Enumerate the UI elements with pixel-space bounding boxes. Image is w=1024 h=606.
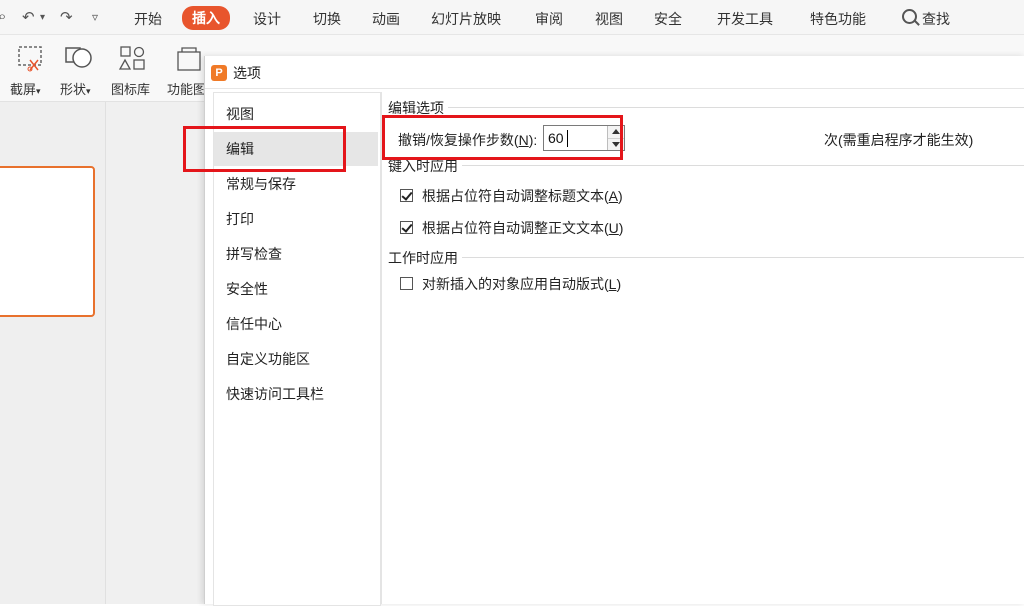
checkbox-auto-layout[interactable] bbox=[400, 277, 413, 290]
dialog-title: 选项 bbox=[233, 65, 261, 81]
tab-view[interactable]: 视图 bbox=[595, 9, 623, 29]
nav-item-view[interactable]: 视图 bbox=[214, 97, 378, 131]
menu-bar: ⌕ ↶ ▾ ↷ ▿ 开始 插入 设计 切换 动画 幻灯片放映 审阅 视图 安全 … bbox=[0, 0, 1024, 35]
tab-security[interactable]: 安全 bbox=[654, 9, 682, 29]
tab-design[interactable]: 设计 bbox=[253, 9, 281, 29]
nav-item-security[interactable]: 安全性 bbox=[214, 272, 378, 306]
tab-slideshow[interactable]: 幻灯片放映 bbox=[431, 9, 501, 29]
checkbox-auto-layout-label[interactable]: 对新插入的对象应用自动版式(L) bbox=[422, 274, 621, 294]
options-content: 编辑选项 撤销/恢复操作步数(N): 次(需重启程序才能生效) 键入时应用 根据… bbox=[381, 92, 1024, 604]
nav-item-general-save[interactable]: 常规与保存 bbox=[214, 167, 378, 201]
tab-transition[interactable]: 切换 bbox=[313, 9, 341, 29]
checkbox-adjust-body[interactable] bbox=[400, 221, 413, 234]
tab-special-features[interactable]: 特色功能 bbox=[810, 9, 866, 29]
tab-insert[interactable]: 插入 bbox=[182, 6, 230, 30]
tab-start[interactable]: 开始 bbox=[134, 9, 162, 29]
wps-logo-icon: P bbox=[211, 65, 227, 81]
nav-item-print[interactable]: 打印 bbox=[214, 202, 378, 236]
search-label[interactable]: 查找 bbox=[922, 9, 950, 29]
undo-steps-label: 撤销/恢复操作步数(N): bbox=[398, 132, 538, 148]
checkbox-adjust-title[interactable] bbox=[400, 189, 413, 202]
nav-item-spell-check[interactable]: 拼写检查 bbox=[214, 237, 378, 271]
ribbon-item-icon-library[interactable]: 图标库 bbox=[111, 79, 150, 98]
checkbox-adjust-title-label[interactable]: 根据占位符自动调整标题文本(A) bbox=[422, 186, 623, 206]
icon-library-icon[interactable] bbox=[118, 44, 148, 72]
group-title-typing: 键入时应用 bbox=[388, 156, 462, 176]
undo-dropdown-icon[interactable]: ▾ bbox=[40, 12, 45, 23]
stepper-buttons bbox=[607, 126, 624, 150]
undo-steps-value[interactable]: 60 bbox=[548, 130, 564, 146]
group-divider bbox=[388, 165, 1024, 166]
undo-icon[interactable]: ↶ bbox=[22, 8, 35, 26]
undo-steps-suffix: 次(需重启程序才能生效) bbox=[824, 132, 974, 148]
function-chart-icon[interactable] bbox=[176, 44, 204, 72]
checkbox-adjust-body-label[interactable]: 根据占位符自动调整正文文本(U) bbox=[422, 218, 623, 238]
nav-item-quick-access-toolbar[interactable]: 快速访问工具栏 bbox=[214, 377, 378, 411]
ribbon-item-screenshot[interactable]: 截屏▾ bbox=[10, 79, 41, 98]
tab-animation[interactable]: 动画 bbox=[372, 9, 400, 29]
stepper-down-icon[interactable] bbox=[608, 138, 624, 151]
customize-toolbar-icon[interactable]: ▿ bbox=[92, 10, 98, 24]
ribbon-item-function-chart[interactable]: 功能图 bbox=[167, 79, 206, 98]
nav-item-edit[interactable]: 编辑 bbox=[214, 132, 378, 166]
group-title-edit-options: 编辑选项 bbox=[388, 98, 448, 118]
undo-steps-stepper[interactable]: 60 bbox=[543, 125, 625, 151]
nav-item-customize-ribbon[interactable]: 自定义功能区 bbox=[214, 342, 378, 376]
dialog-title-bar[interactable]: P 选项 bbox=[205, 56, 1024, 89]
screenshot-icon[interactable] bbox=[16, 44, 46, 72]
group-divider bbox=[388, 107, 1024, 108]
stepper-up-icon[interactable] bbox=[608, 126, 624, 138]
shapes-icon[interactable] bbox=[64, 44, 96, 72]
ribbon-item-shapes[interactable]: 形状▾ bbox=[60, 79, 91, 98]
slide-thumbnail[interactable] bbox=[0, 166, 95, 317]
group-divider bbox=[388, 257, 1024, 258]
search-small-icon[interactable]: ⌕ bbox=[0, 8, 6, 25]
search-icon[interactable] bbox=[902, 9, 917, 24]
nav-item-trust-center[interactable]: 信任中心 bbox=[214, 307, 378, 341]
options-nav: 视图 编辑 常规与保存 打印 拼写检查 安全性 信任中心 自定义功能区 快速访问… bbox=[213, 92, 381, 606]
group-title-working: 工作时应用 bbox=[388, 248, 462, 268]
tab-developer[interactable]: 开发工具 bbox=[717, 9, 773, 29]
tab-review[interactable]: 审阅 bbox=[535, 9, 563, 29]
text-caret bbox=[567, 130, 568, 147]
redo-icon[interactable]: ↷ bbox=[60, 8, 73, 26]
